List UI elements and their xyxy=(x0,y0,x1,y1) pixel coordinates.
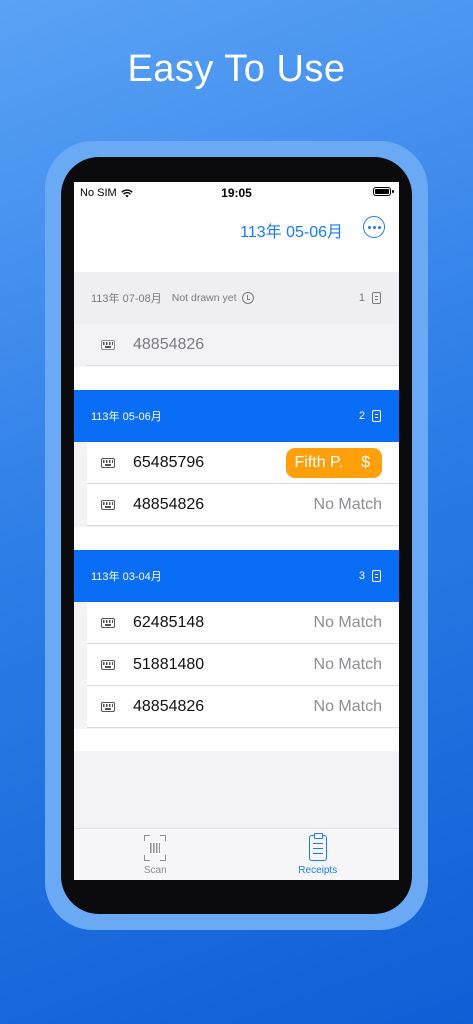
prize-badge[interactable]: Fifth P. $ xyxy=(286,447,382,478)
receipt-number: 48854826 xyxy=(133,495,205,513)
receipt-number: 62485148 xyxy=(133,613,205,631)
receipt-row[interactable]: 62485148 No Match xyxy=(87,602,399,644)
section-header-113-05-06[interactable]: 113年 05-06月 2 xyxy=(74,390,399,442)
receipt-row[interactable]: 48854826 No Match xyxy=(87,484,399,526)
section-header-113-03-04[interactable]: 113年 03-04月 3 xyxy=(74,550,399,602)
receipt-row[interactable]: 65485796 Fifth P. $ xyxy=(87,442,399,484)
prize-label: Fifth P. xyxy=(294,453,344,471)
match-status: No Match xyxy=(313,655,382,673)
keyboard-icon xyxy=(101,499,115,510)
keyboard-icon xyxy=(101,659,115,670)
match-status: No Match xyxy=(313,613,382,631)
navigation-bar: 113年 05-06月 xyxy=(74,204,399,272)
clock-pending-icon xyxy=(241,292,254,304)
receipt-number: 48854826 xyxy=(133,335,205,353)
period-selector[interactable]: 113年 05-06月 xyxy=(240,218,343,242)
battery-icon xyxy=(373,187,394,196)
section-spacer xyxy=(74,527,399,550)
keyboard-icon xyxy=(101,701,115,712)
section-spacer xyxy=(74,367,399,390)
app-screen: No SIM 19:05 113年 05-06月 113年 07-08月 Not… xyxy=(74,182,399,880)
status-bar: No SIM 19:05 xyxy=(74,182,399,204)
section-count: 3 xyxy=(358,570,365,582)
keyboard-icon xyxy=(101,457,115,468)
receipt-row[interactable]: 48854826 xyxy=(87,324,399,366)
receipt-row[interactable]: 51881480 No Match xyxy=(87,644,399,686)
more-options-icon[interactable] xyxy=(363,216,385,238)
tab-receipts[interactable]: Receipts xyxy=(237,829,400,880)
match-status: No Match xyxy=(313,697,382,715)
tab-label: Scan xyxy=(143,865,167,876)
section-period: 113年 07-08月 xyxy=(91,293,162,305)
list-footer-spacer xyxy=(74,729,399,751)
status-time: 19:05 xyxy=(221,186,252,200)
section-period: 113年 03-04月 xyxy=(91,571,162,583)
receipt-doc-icon xyxy=(372,292,381,304)
receipt-number: 51881480 xyxy=(133,655,205,673)
tab-scan[interactable]: Scan xyxy=(74,829,237,880)
tab-bar: Scan Receipts xyxy=(74,828,399,880)
section-count: 1 xyxy=(358,292,365,304)
section-period: 113年 05-06月 xyxy=(91,411,162,423)
dollar-icon: $ xyxy=(361,453,370,471)
promo-headline: Easy To Use xyxy=(127,48,346,90)
section-header-113-07-08[interactable]: 113年 07-08月 Not drawn yet 1 xyxy=(74,272,399,324)
keyboard-icon xyxy=(101,339,115,350)
receipt-doc-icon xyxy=(372,410,381,422)
match-status: No Match xyxy=(313,495,382,513)
keyboard-icon xyxy=(101,617,115,628)
clipboard-list-icon xyxy=(308,833,327,861)
section-count: 2 xyxy=(358,410,365,422)
receipt-number: 48854826 xyxy=(133,697,205,715)
receipt-row[interactable]: 48854826 No Match xyxy=(87,686,399,728)
receipt-number: 65485796 xyxy=(133,453,205,471)
barcode-scan-icon xyxy=(144,835,167,861)
tab-label: Receipts xyxy=(298,865,338,876)
section-note: Not drawn yet xyxy=(171,292,237,304)
receipt-doc-icon xyxy=(372,570,381,582)
